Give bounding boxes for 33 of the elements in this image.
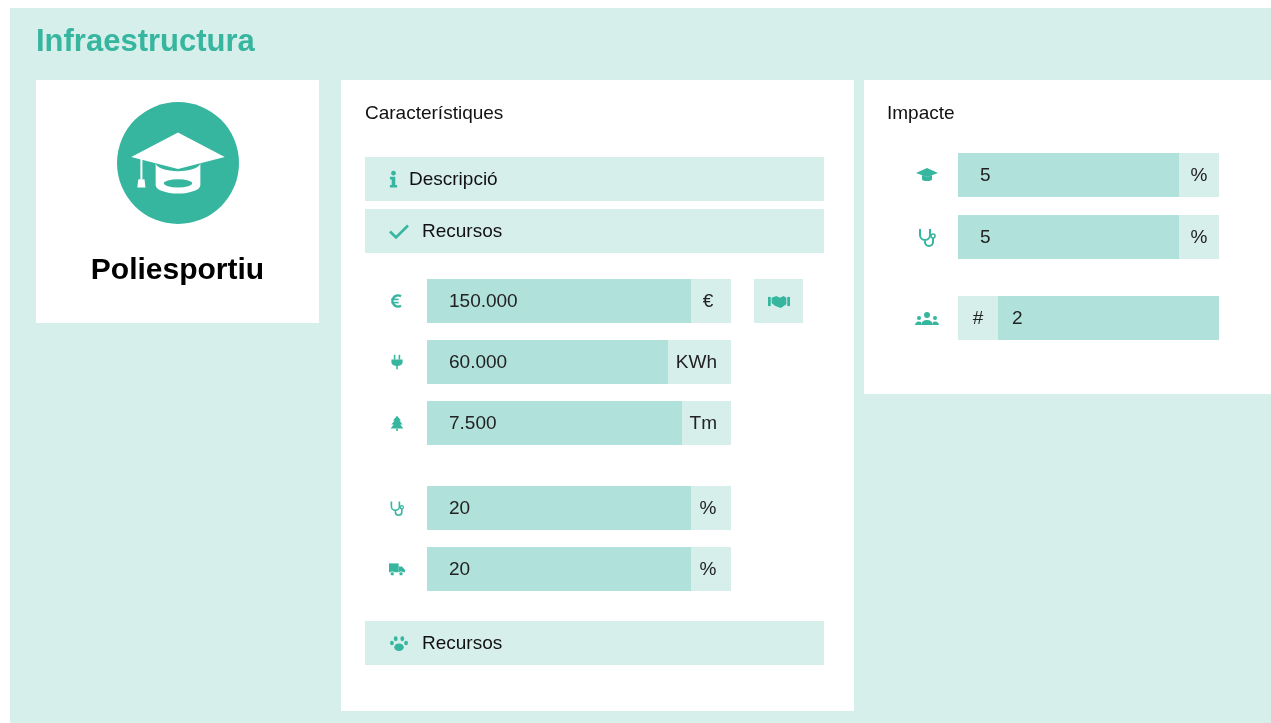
page-title: Infraestructura <box>36 22 256 60</box>
input-field[interactable]: 20 % <box>427 486 731 530</box>
accordion-header[interactable]: Recursos <box>365 209 824 253</box>
unit-label: € <box>691 279 731 323</box>
info-icon <box>389 169 398 189</box>
input-field[interactable]: 150.000 € <box>427 279 731 323</box>
input-field[interactable]: 60.000 KWh <box>427 340 731 384</box>
input-field[interactable]: 20 % <box>427 547 731 591</box>
input-field[interactable]: 5 % <box>958 215 1219 259</box>
unit-label: % <box>1179 215 1219 259</box>
input-field[interactable]: 7.500 Tm <box>427 401 731 445</box>
accordion-header[interactable]: Recursos <box>365 621 824 665</box>
truck-icon <box>389 561 405 577</box>
input-field[interactable]: # 2 <box>958 296 1219 340</box>
graduation-cap-icon <box>116 102 239 224</box>
tree-icon <box>389 415 405 431</box>
panel-title: Impacte <box>887 102 956 124</box>
plug-icon <box>389 354 405 370</box>
unit-label: % <box>691 486 731 530</box>
accordion-header[interactable]: Descripció <box>365 157 824 201</box>
unit-label: Tm <box>681 401 731 445</box>
facility-name: Poliesportiu <box>90 252 265 286</box>
input-field[interactable]: 5 % <box>958 153 1219 197</box>
paw-icon <box>388 634 410 652</box>
unit-label: # <box>958 296 998 340</box>
check-icon <box>388 222 410 240</box>
panel-title: Característiques <box>365 102 505 124</box>
unit-label: % <box>691 547 731 591</box>
agreement-button[interactable] <box>754 279 803 323</box>
handshake-icon <box>767 293 790 309</box>
stethoscope-icon <box>389 500 405 516</box>
unit-label: % <box>1179 153 1219 197</box>
unit-label: KWh <box>667 340 731 384</box>
